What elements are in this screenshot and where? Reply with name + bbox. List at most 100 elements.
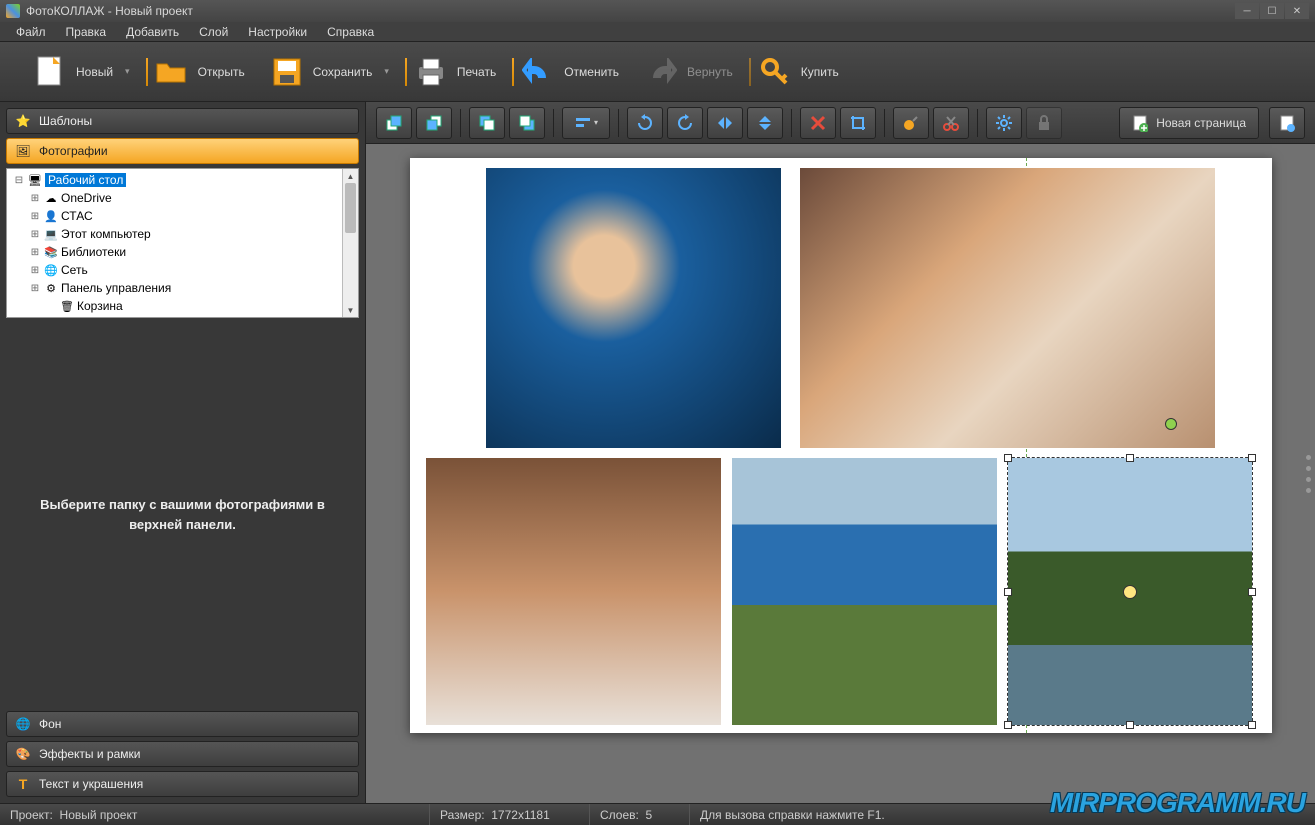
tree-item-onedrive[interactable]: ⊞☁OneDrive (11, 189, 354, 207)
rotate-left-button[interactable] (627, 107, 663, 139)
flip-h-button[interactable] (707, 107, 743, 139)
sidebar: ⭐ Шаблоны 🖼 Фотографии ⊟🖥Рабочий стол⊞☁O… (0, 102, 366, 803)
cut-button[interactable] (933, 107, 969, 139)
send-backward-button[interactable] (469, 107, 505, 139)
scroll-up-icon[interactable]: ▲ (343, 169, 358, 183)
menu-help[interactable]: Справка (319, 23, 382, 41)
tree-item-стас[interactable]: ⊞👤СТАС (11, 207, 354, 225)
expand-icon[interactable]: ⊞ (29, 265, 41, 276)
text-icon: T (15, 776, 31, 792)
tree-item-корзина[interactable]: 🗑Корзина (11, 297, 354, 315)
minimize-button[interactable]: ─ (1235, 3, 1259, 19)
tree-item-рабочий-стол[interactable]: ⊟🖥Рабочий стол (11, 171, 354, 189)
collage-page[interactable] (410, 158, 1272, 733)
main-toolbar: Новый ▾ Открыть Сохранить ▾ Печать Отмен… (0, 42, 1315, 102)
canvas-viewport[interactable] (366, 144, 1315, 803)
app-icon (6, 4, 20, 18)
sidebar-effects[interactable]: 🎨 Эффекты и рамки (6, 741, 359, 767)
tree-item-библиотеки[interactable]: ⊞📚Библиотеки (11, 243, 354, 261)
window-title: ФотоКОЛЛАЖ - Новый проект (26, 4, 193, 18)
rotate-handle[interactable] (1165, 418, 1177, 430)
status-size-value: 1772x1181 (491, 808, 550, 822)
open-button[interactable]: Открыть (142, 50, 257, 94)
desktop-icon: 🖥 (27, 173, 43, 187)
sidebar-background[interactable]: 🌐 Фон (6, 711, 359, 737)
photo-4[interactable] (732, 458, 997, 725)
hint-text: Выберите папку с вашими фотографиями в в… (6, 322, 359, 707)
resize-handle-s[interactable] (1126, 721, 1134, 729)
new-button[interactable]: Новый ▾ (20, 50, 142, 94)
scroll-down-icon[interactable]: ▼ (343, 303, 358, 317)
resize-handle-n[interactable] (1126, 454, 1134, 462)
expand-icon[interactable]: ⊟ (13, 175, 25, 186)
sidebar-templates[interactable]: ⭐ Шаблоны (6, 108, 359, 134)
print-button[interactable]: Печать (401, 50, 508, 94)
align-button[interactable]: ▾ (562, 107, 610, 139)
redo-button[interactable]: Вернуть (631, 50, 745, 94)
center-handle[interactable] (1123, 585, 1137, 599)
lock-button[interactable] (1026, 107, 1062, 139)
buy-button[interactable]: Купить (745, 50, 851, 94)
delete-button[interactable] (800, 107, 836, 139)
expand-icon[interactable]: ⊞ (29, 283, 41, 294)
expand-icon[interactable]: ⊞ (29, 247, 41, 258)
expand-icon[interactable]: ⊞ (29, 211, 41, 222)
printer-icon (413, 54, 449, 90)
resize-handle-ne[interactable] (1248, 454, 1256, 462)
photo-1[interactable] (486, 168, 781, 448)
resize-handle-sw[interactable] (1004, 721, 1012, 729)
menu-edit[interactable]: Правка (58, 23, 115, 41)
menu-settings[interactable]: Настройки (240, 23, 315, 41)
menu-bar: Файл Правка Добавить Слой Настройки Спра… (0, 22, 1315, 42)
resize-handle-e[interactable] (1248, 588, 1256, 596)
photo-3[interactable] (426, 458, 721, 725)
menu-add[interactable]: Добавить (118, 23, 187, 41)
page-settings-button[interactable] (1269, 107, 1305, 139)
resize-handle-w[interactable] (1004, 588, 1012, 596)
photos-icon: 🖼 (15, 143, 31, 159)
send-back-button[interactable] (509, 107, 545, 139)
status-layers-value: 5 (646, 808, 653, 822)
bring-forward-button[interactable] (416, 107, 452, 139)
resize-handle-se[interactable] (1248, 721, 1256, 729)
expand-icon[interactable]: ⊞ (29, 229, 41, 240)
watermark: MIRPROGRAMM.RU (1050, 787, 1305, 819)
user-icon: 👤 (43, 209, 59, 223)
tree-item-сеть[interactable]: ⊞🌐Сеть (11, 261, 354, 279)
redo-icon (643, 54, 679, 90)
cloud-icon: ☁ (43, 191, 59, 205)
canvas-area: ▾ Новая страница (366, 102, 1315, 803)
status-size-label: Размер: (440, 808, 485, 822)
maximize-button[interactable]: ☐ (1260, 3, 1284, 19)
photo-2[interactable] (800, 168, 1215, 448)
scroll-thumb[interactable] (345, 183, 356, 233)
net-icon: 🌐 (43, 263, 59, 277)
bring-front-button[interactable] (376, 107, 412, 139)
status-help: Для вызова справки нажмите F1. (700, 808, 885, 822)
crop-button[interactable] (840, 107, 876, 139)
folder-icon: 📁 (43, 317, 59, 318)
new-page-button[interactable]: Новая страница (1119, 107, 1259, 139)
sidebar-photos[interactable]: 🖼 Фотографии (6, 138, 359, 164)
sidebar-text[interactable]: T Текст и украшения (6, 771, 359, 797)
expand-icon[interactable]: ⊞ (29, 193, 41, 204)
tree-scrollbar[interactable]: ▲ ▼ (342, 169, 358, 317)
folder-tree[interactable]: ⊟🖥Рабочий стол⊞☁OneDrive⊞👤СТАС⊞💻Этот ком… (6, 168, 359, 318)
undo-icon (520, 54, 556, 90)
resize-handle-nw[interactable] (1004, 454, 1012, 462)
gear-button[interactable] (986, 107, 1022, 139)
tree-item-activators[interactable]: ⊞📁Activators (11, 315, 354, 318)
flip-v-button[interactable] (747, 107, 783, 139)
menu-layer[interactable]: Слой (191, 23, 236, 41)
tree-item-этот-компьютер[interactable]: ⊞💻Этот компьютер (11, 225, 354, 243)
tree-item-панель-управления[interactable]: ⊞⚙Панель управления (11, 279, 354, 297)
menu-file[interactable]: Файл (8, 23, 54, 41)
undo-button[interactable]: Отменить (508, 50, 631, 94)
magic-button[interactable] (893, 107, 929, 139)
photo-5-selected[interactable] (1008, 458, 1252, 725)
save-button[interactable]: Сохранить ▾ (257, 50, 401, 94)
close-button[interactable]: ✕ (1285, 3, 1309, 19)
pc-icon: 💻 (43, 227, 59, 241)
rotate-right-button[interactable] (667, 107, 703, 139)
dropdown-arrow-icon: ▾ (125, 66, 130, 77)
